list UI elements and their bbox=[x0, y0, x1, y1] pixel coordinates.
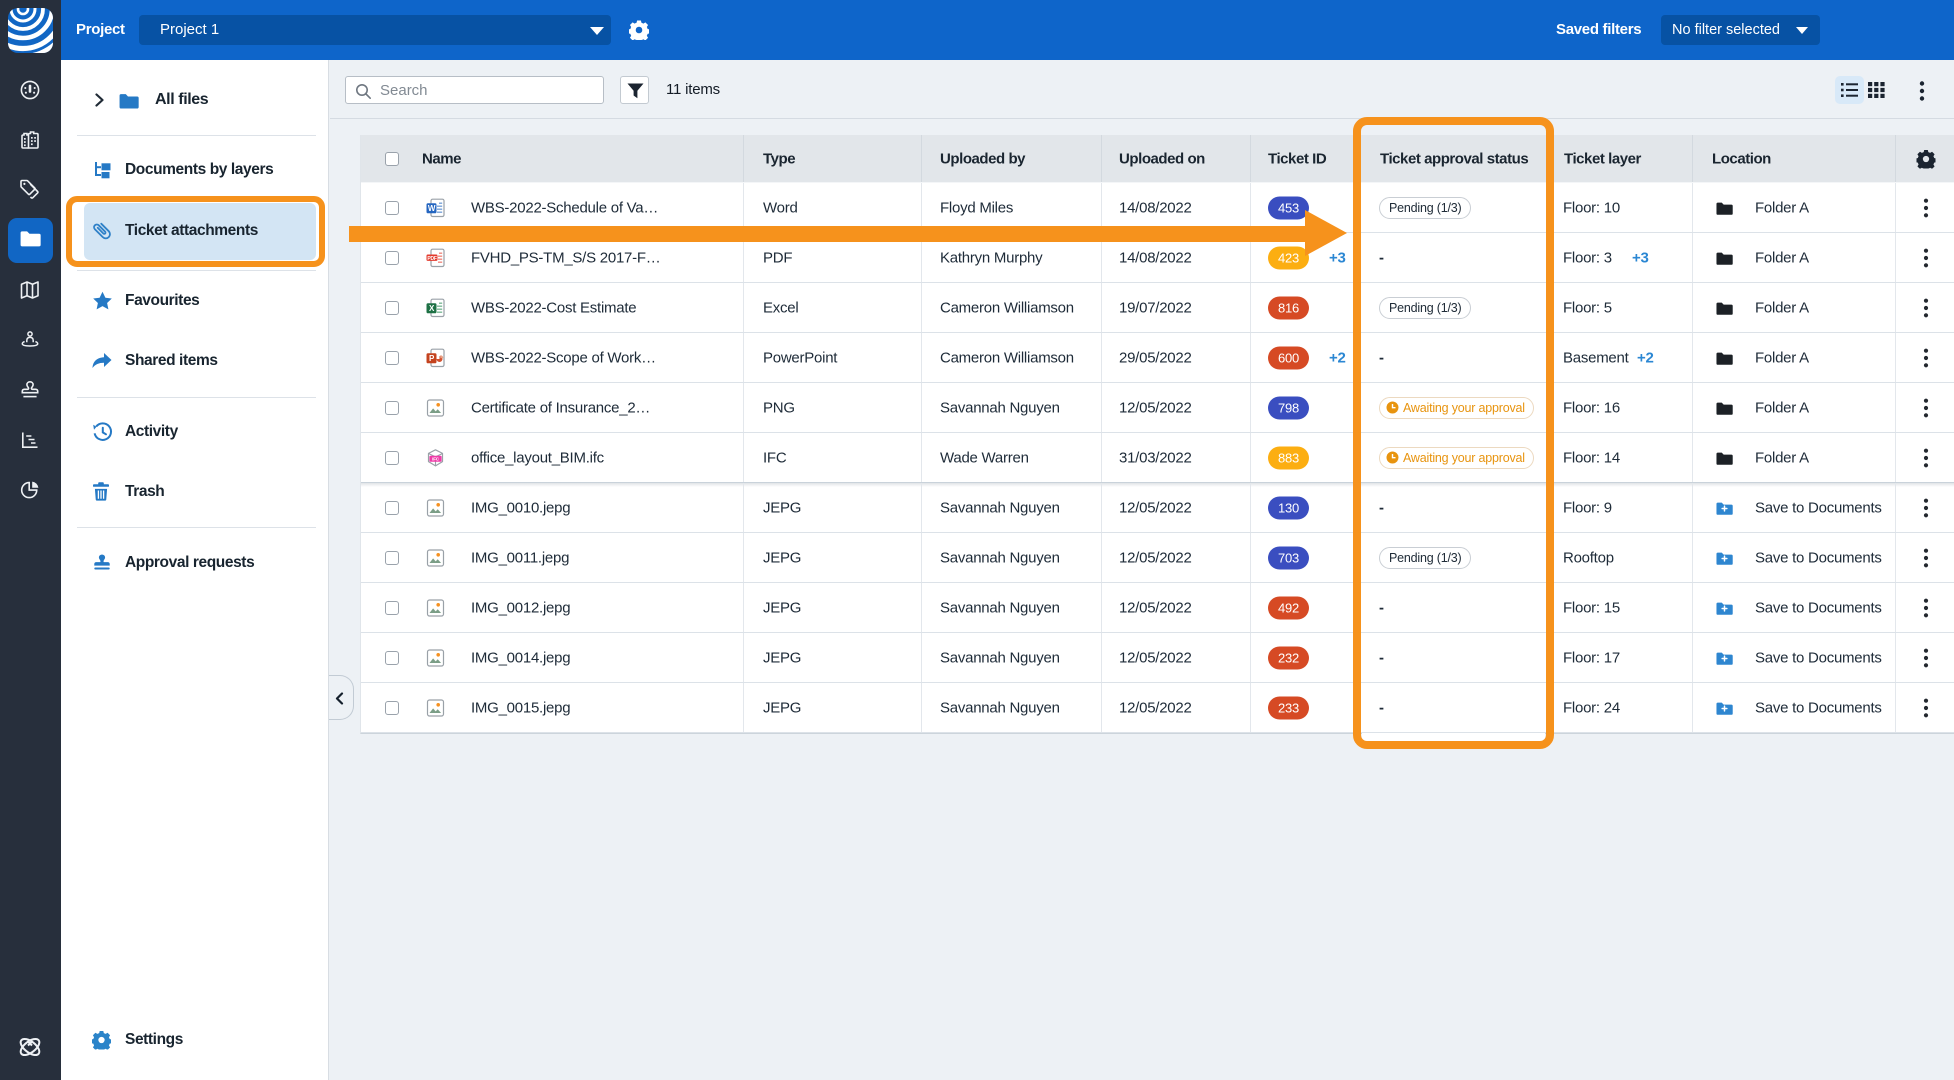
svg-text:IFC: IFC bbox=[432, 456, 440, 461]
svg-text:PDF: PDF bbox=[427, 255, 436, 261]
svg-text:W: W bbox=[428, 204, 436, 213]
